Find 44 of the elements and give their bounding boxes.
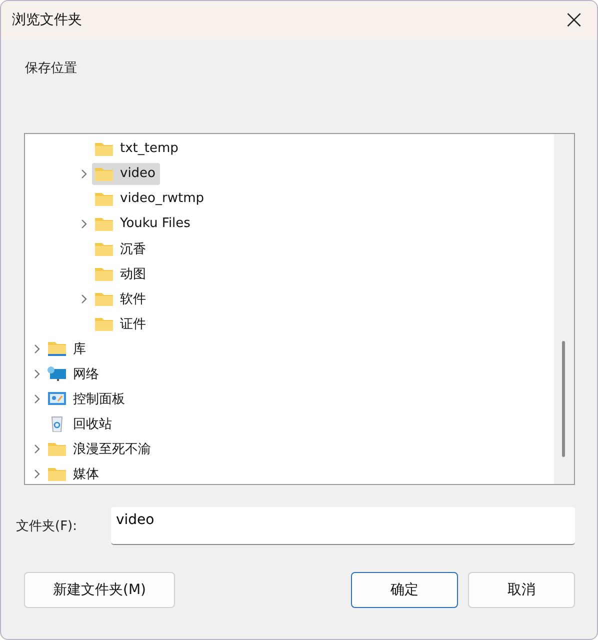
- tree-item[interactable]: 库: [45, 338, 90, 360]
- dialog-button[interactable]: 确定: [351, 572, 458, 608]
- chevron-right-icon[interactable]: [33, 344, 41, 354]
- folder-name-field[interactable]: video: [111, 507, 575, 545]
- chevron-right-icon[interactable]: [33, 394, 41, 404]
- tree-item[interactable]: 动图: [92, 262, 150, 284]
- folder-icon: [94, 290, 114, 306]
- tree-item[interactable]: 控制面板: [45, 388, 129, 410]
- tree-item[interactable]: 浪漫至死不渝: [45, 438, 155, 460]
- tree-item[interactable]: 媒体: [45, 462, 103, 484]
- control-panel-icon: [47, 390, 67, 406]
- tree-item[interactable]: video_rwtmp: [92, 188, 208, 210]
- dialog-button[interactable]: 新建文件夹(M): [24, 572, 175, 608]
- scrollbar-thumb[interactable]: [562, 341, 565, 457]
- folder-icon: [47, 466, 67, 482]
- folder-icon: [94, 216, 114, 232]
- window-title: 浏览文件夹: [12, 11, 82, 29]
- prompt-label: 保存位置: [25, 60, 78, 77]
- tree-item[interactable]: 软件: [92, 288, 150, 310]
- tree-item[interactable]: txt_temp: [92, 138, 182, 160]
- folder-icon: [47, 440, 67, 456]
- network-computer-icon: [47, 366, 67, 382]
- folder-icon: [94, 190, 114, 206]
- chevron-right-icon[interactable]: [33, 468, 41, 478]
- tree-item[interactable]: Youku Files: [92, 212, 194, 234]
- field-label: 文件夹(F):: [16, 518, 78, 535]
- tree-item[interactable]: 回收站: [45, 412, 116, 434]
- folder-icon: [94, 166, 114, 182]
- dialog-button[interactable]: 取消: [468, 572, 575, 608]
- tree-item[interactable]: 证件: [92, 312, 150, 334]
- chevron-right-icon[interactable]: [80, 294, 88, 304]
- tree-item[interactable]: 沉香: [92, 238, 150, 260]
- chevron-right-icon[interactable]: [33, 368, 41, 378]
- tree-item[interactable]: 网络: [45, 362, 103, 384]
- library-icon: [47, 340, 67, 356]
- tree-item[interactable]: video: [92, 162, 160, 184]
- folder-icon: [94, 240, 114, 256]
- folder-icon: [94, 140, 114, 156]
- folder-icon: [94, 316, 114, 332]
- chevron-right-icon[interactable]: [80, 218, 88, 228]
- chevron-right-icon[interactable]: [80, 168, 88, 178]
- folder-icon: [94, 266, 114, 282]
- chevron-right-icon[interactable]: [33, 444, 41, 454]
- close-button[interactable]: ×: [551, 2, 597, 38]
